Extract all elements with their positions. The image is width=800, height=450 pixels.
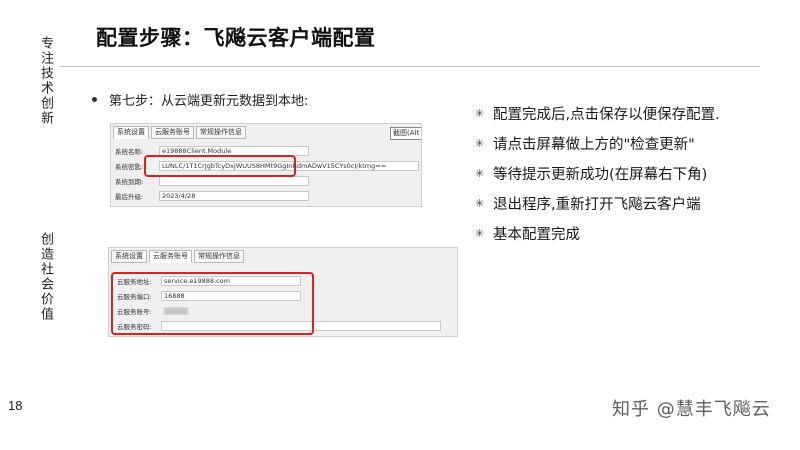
tab-general-info[interactable]: 常规操作信息 <box>194 250 244 263</box>
side-slogan-top: 专注技术创新 <box>38 36 53 126</box>
list-item: ✳ 请点击屏幕做上方的"检查更新" <box>475 134 745 156</box>
instruction-list: ✳ 配置完成后,点击保存以便保存配置. ✳ 请点击屏幕做上方的"检查更新" ✳ … <box>475 104 745 254</box>
last-upgrade-field[interactable]: 2023/4/28 <box>159 191 309 201</box>
asterisk-icon: ✳ <box>475 107 485 120</box>
slide-title: 配置步骤：飞飚云客户端配置 <box>96 26 376 50</box>
title-divider <box>60 66 760 67</box>
screenshot-button[interactable]: 截图(Alt <box>390 127 421 140</box>
settings-tabs: 系统设置 云服务账号 常规操作信息 <box>113 126 246 139</box>
system-expiry-field[interactable] <box>159 176 309 186</box>
settings-tabs: 系统设置 云服务账号 常规操作信息 <box>111 250 244 263</box>
page-number: 18 <box>8 398 23 413</box>
tab-system-settings[interactable]: 系统设置 <box>113 126 149 139</box>
field-row: 最后升级: 2023/4/28 <box>115 191 309 201</box>
note-text: 请点击屏幕做上方的"检查更新" <box>493 137 695 153</box>
asterisk-icon: ✳ <box>475 167 485 180</box>
bullet-icon <box>92 97 97 102</box>
side-slogan-bottom: 创造社会价值 <box>38 232 53 322</box>
list-item: ✳ 基本配置完成 <box>475 224 745 246</box>
highlight-cloud-account <box>111 272 314 335</box>
asterisk-icon: ✳ <box>475 137 485 150</box>
tab-cloud-account[interactable]: 云服务账号 <box>149 250 192 263</box>
zhihu-watermark: 知乎 @慧丰飞飚云 <box>612 399 771 420</box>
list-item: ✳ 等待提示更新成功(在屏幕右下角) <box>475 164 745 186</box>
field-label: 系统到期: <box>115 178 144 186</box>
highlight-system-key <box>144 155 296 177</box>
note-text: 等待提示更新成功(在屏幕右下角) <box>493 167 708 183</box>
step-text: 第七步：从云端更新元数据到本地: <box>109 94 309 109</box>
field-row: 系统到期: <box>115 176 309 186</box>
asterisk-icon: ✳ <box>475 197 485 210</box>
field-label: 最后升级: <box>115 193 144 201</box>
note-text: 基本配置完成 <box>493 227 580 243</box>
tab-general-info[interactable]: 常规操作信息 <box>196 126 246 139</box>
note-text: 退出程序,重新打开飞飚云客户端 <box>493 197 701 213</box>
list-item: ✳ 配置完成后,点击保存以便保存配置. <box>475 104 745 126</box>
list-item: ✳ 退出程序,重新打开飞飚云客户端 <box>475 194 745 216</box>
tab-cloud-account[interactable]: 云服务账号 <box>151 126 194 139</box>
tab-system-settings[interactable]: 系统设置 <box>111 250 147 263</box>
step-heading: 第七步：从云端更新元数据到本地: <box>92 90 308 109</box>
note-text: 配置完成后,点击保存以便保存配置. <box>493 107 720 123</box>
asterisk-icon: ✳ <box>475 227 485 240</box>
